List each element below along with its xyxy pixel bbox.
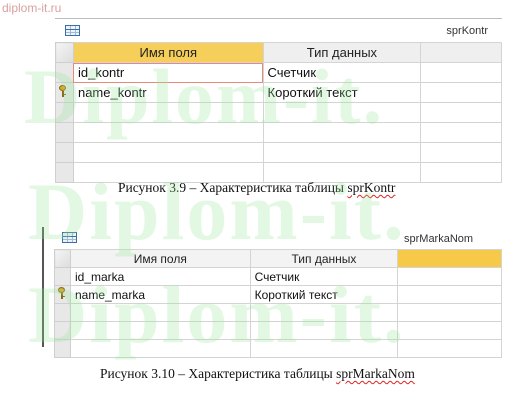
description-cell[interactable] (397, 267, 502, 286)
row-selector[interactable] (54, 321, 71, 340)
table-icon (65, 25, 80, 36)
field-name-cell[interactable] (72, 102, 264, 123)
caption-table-name: sprMarkaNom (336, 366, 415, 381)
data-type-cell[interactable]: Счетчик (249, 267, 399, 286)
data-type-cell[interactable]: Счетчик (262, 62, 422, 83)
description-cell[interactable] (397, 321, 502, 340)
field-grid: Имя поля Тип данных id_kontr Счетчик nam… (55, 42, 502, 183)
field-name-cell[interactable] (69, 303, 251, 322)
caption-text: Рисунок 3.10 – Характеристика таблицы (100, 366, 337, 381)
field-name-cell[interactable]: name_marka (69, 285, 251, 304)
data-type-cell[interactable] (249, 339, 399, 358)
field-name-cell[interactable] (69, 339, 251, 358)
row-selector[interactable] (54, 267, 71, 286)
description-cell[interactable] (420, 122, 502, 143)
tab-sprkontr[interactable]: sprKontr (446, 25, 488, 37)
table-row[interactable] (54, 321, 502, 340)
table-design-view-sprmarkanom: sprMarkaNom Имя поля Тип данных id_marka… (42, 227, 502, 358)
field-name-cell[interactable] (72, 122, 264, 143)
column-header-field-name[interactable]: Имя поля (72, 42, 264, 63)
field-name-cell[interactable]: id_kontr (72, 62, 264, 83)
grid-header-row: Имя поля Тип данных (55, 42, 502, 63)
field-name-cell[interactable]: name_kontr (72, 82, 264, 103)
row-selector[interactable] (55, 122, 74, 143)
select-all-corner[interactable] (55, 42, 74, 63)
data-type-cell[interactable] (262, 102, 422, 123)
table-icon (62, 232, 77, 243)
table-row[interactable] (55, 122, 502, 143)
field-name-cell[interactable]: id_marka (69, 267, 251, 286)
description-cell[interactable] (397, 285, 502, 304)
tab-sprmarkanom[interactable]: sprMarkaNom (404, 233, 473, 245)
table-design-view-sprkontr: sprKontr Имя поля Тип данных id_kontr Сч… (55, 18, 502, 183)
divider (55, 18, 502, 19)
description-cell[interactable] (420, 142, 502, 163)
description-cell[interactable] (420, 102, 502, 123)
column-header-field-name[interactable]: Имя поля (69, 249, 251, 268)
description-cell[interactable] (397, 339, 502, 358)
row-selector[interactable] (55, 62, 74, 83)
table-row[interactable] (54, 303, 502, 322)
row-selector[interactable] (55, 142, 74, 163)
row-selector[interactable] (54, 285, 71, 304)
table-row[interactable] (55, 142, 502, 163)
data-type-cell[interactable] (249, 321, 399, 340)
row-selector[interactable] (54, 303, 71, 322)
row-selector[interactable] (54, 339, 71, 358)
table-row[interactable] (54, 339, 502, 358)
description-cell[interactable] (420, 162, 502, 183)
column-header-description[interactable] (420, 42, 502, 63)
table-row[interactable]: id_kontr Счетчик (55, 62, 502, 83)
field-name-cell[interactable] (69, 321, 251, 340)
column-header-description[interactable] (397, 249, 502, 268)
field-grid: Имя поля Тип данных id_marka Счетчик nam… (54, 249, 502, 358)
table-row[interactable]: name_marka Короткий текст (54, 285, 502, 304)
figure-caption: Рисунок 3.9 – Характеристика таблицы spr… (118, 180, 395, 196)
row-selector[interactable] (55, 82, 74, 103)
table-row[interactable] (55, 102, 502, 123)
figure-caption: Рисунок 3.10 – Характеристика таблицы sp… (100, 366, 415, 382)
column-header-data-type[interactable]: Тип данных (262, 42, 422, 63)
data-type-cell[interactable] (249, 303, 399, 322)
select-all-corner[interactable] (54, 249, 71, 268)
divider (42, 227, 44, 347)
table-row[interactable]: name_kontr Короткий текст (55, 82, 502, 103)
data-type-cell[interactable]: Короткий текст (262, 82, 422, 103)
field-name-cell[interactable] (72, 142, 264, 163)
data-type-cell[interactable]: Короткий текст (249, 285, 399, 304)
column-header-data-type[interactable]: Тип данных (249, 249, 399, 268)
caption-text: Рисунок 3.9 – Характеристика таблицы (118, 180, 348, 195)
description-cell[interactable] (420, 82, 502, 103)
table-row[interactable]: id_marka Счетчик (54, 267, 502, 286)
row-selector[interactable] (55, 102, 74, 123)
primary-key-icon (58, 85, 68, 97)
description-cell[interactable] (420, 62, 502, 83)
row-selector[interactable] (55, 162, 74, 183)
data-type-cell[interactable] (262, 142, 422, 163)
grid-header-row: Имя поля Тип данных (54, 249, 502, 268)
description-cell[interactable] (397, 303, 502, 322)
caption-table-name: sprKontr (347, 180, 396, 195)
site-label: diplom-it.ru (2, 1, 62, 15)
primary-key-icon (57, 287, 67, 299)
data-type-cell[interactable] (262, 122, 422, 143)
